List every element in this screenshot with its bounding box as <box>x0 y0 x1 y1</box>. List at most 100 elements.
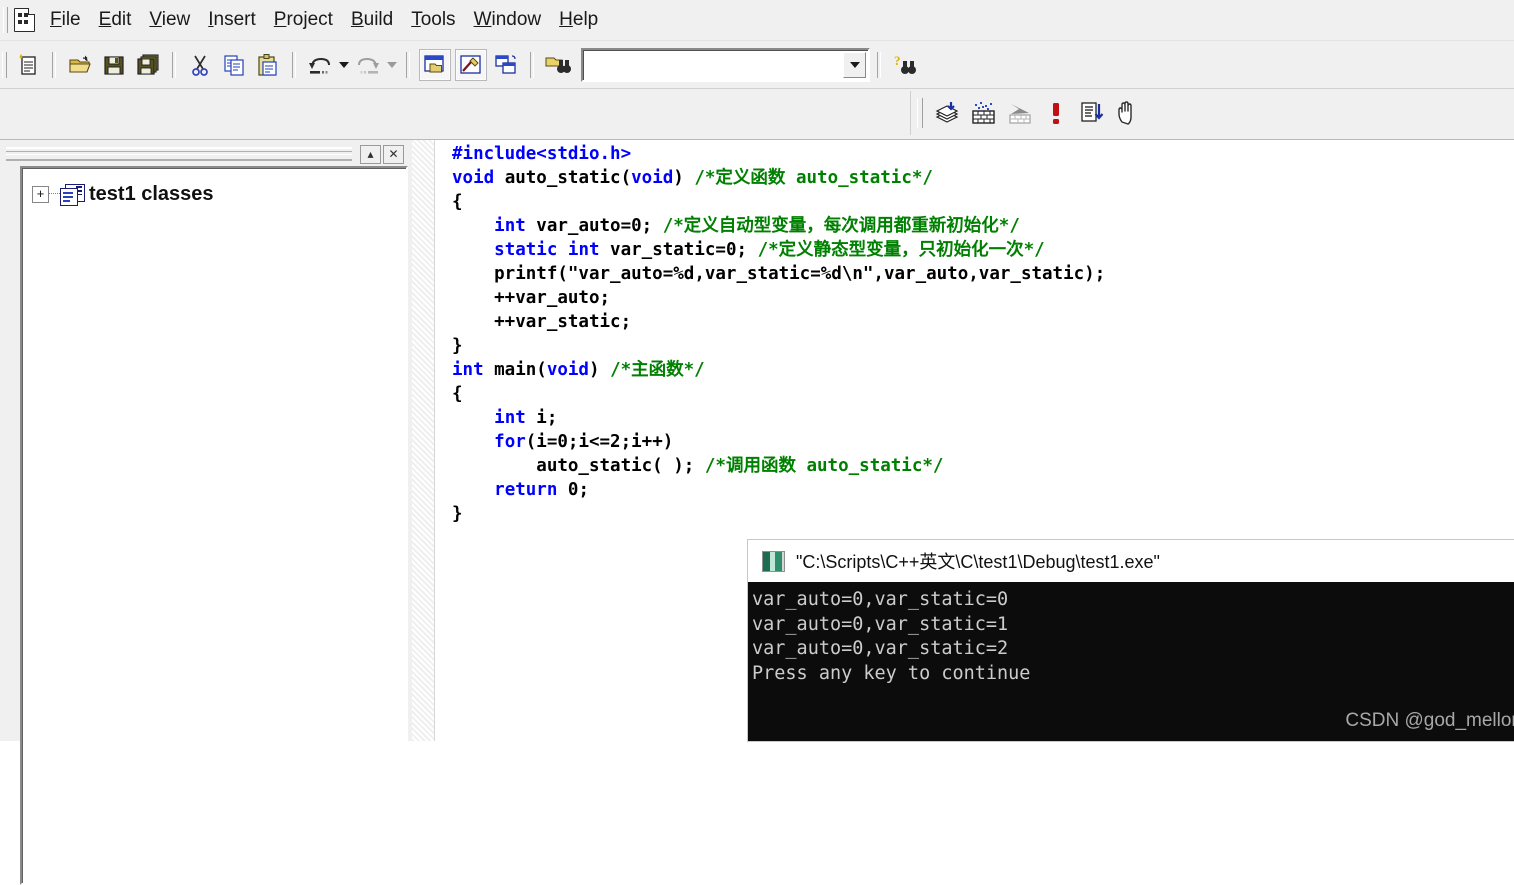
code-line: return 0; <box>452 478 1514 502</box>
code-token-kw: int <box>494 216 526 236</box>
code-token-pl: } <box>452 336 463 356</box>
output-hammer-icon <box>460 54 481 74</box>
code-token-pl: (i=0;i<=2;i++) <box>525 432 674 452</box>
find-combo-dropdown-button[interactable] <box>843 51 866 78</box>
toolbar-separator <box>877 51 881 78</box>
chevron-down-icon <box>387 61 397 68</box>
code-token-pp: #include<stdio.h> <box>452 144 632 164</box>
search-input[interactable] <box>583 51 843 78</box>
code-token-pl: auto_static( <box>494 168 632 188</box>
console-window[interactable]: "C:\Scripts\C++英文\C\test1\Debug\test1.ex… <box>748 540 1514 741</box>
redo-button[interactable] <box>353 50 383 80</box>
open-button[interactable] <box>65 50 95 80</box>
compile-button[interactable] <box>931 96 965 130</box>
copy-pages-icon <box>224 54 244 76</box>
menu-item-project[interactable]: Project <box>265 6 342 34</box>
document-star-icon <box>14 8 35 32</box>
hand-icon <box>1118 101 1132 125</box>
code-token-pl: auto_static( ); <box>452 456 705 476</box>
insert-breakpoint-button[interactable] <box>1111 96 1145 130</box>
output-window-button[interactable] <box>455 48 487 81</box>
workspace-caption-gripper[interactable] <box>6 147 352 161</box>
code-line: static int var_static=0; /*定义静态型变量，只初始化一… <box>452 238 1514 262</box>
build-button[interactable] <box>967 96 1001 130</box>
redo-dropdown-button[interactable] <box>385 50 399 80</box>
undo-button[interactable] <box>305 50 335 80</box>
menu-item-file[interactable]: File <box>41 6 90 34</box>
class-view-tree[interactable]: + test1 classes <box>20 166 408 885</box>
menu-item-edit[interactable]: Edit <box>90 6 141 34</box>
menu-item-view[interactable]: View <box>140 6 199 34</box>
undo-dropdown-button[interactable] <box>337 50 351 80</box>
code-line: int var_auto=0; /*定义自动型变量，每次调用都重新初始化*/ <box>452 214 1514 238</box>
cut-button[interactable] <box>185 50 215 80</box>
console-title-bar[interactable]: "C:\Scripts\C++英文\C\test1\Debug\test1.ex… <box>748 540 1514 582</box>
console-output-line: var_auto=0,var_static=1 <box>752 613 1009 635</box>
watermark-text: CSDN @god_mellon <box>1345 710 1514 731</box>
workspace-caption-bar: ▴ ✕ <box>4 144 404 164</box>
tree-item-test1-classes[interactable]: + test1 classes <box>32 180 406 208</box>
execute-button[interactable] <box>1075 96 1109 130</box>
workspace-close-button[interactable]: ✕ <box>383 144 404 164</box>
stop-build-button[interactable] <box>1003 96 1037 130</box>
toolbar-second-row <box>0 89 1514 140</box>
console-output-line: var_auto=0,var_static=2 <box>752 638 1009 659</box>
execute-arrow-icon <box>1081 102 1104 122</box>
code-line: ++var_static; <box>452 310 1514 334</box>
chevron-down-icon <box>849 61 860 68</box>
floppy-disk-icon <box>104 55 124 75</box>
save-all-button[interactable] <box>133 50 163 80</box>
standard-toolbar: ? <box>0 41 1514 89</box>
menu-item-build[interactable]: Build <box>342 6 402 34</box>
code-token-pl: ++var_auto; <box>452 288 611 308</box>
question-binoculars-icon: ? <box>894 53 916 74</box>
workspace-minimize-button[interactable]: ▴ <box>360 144 381 164</box>
code-token-pl: var_auto=0; <box>525 216 663 236</box>
compile-stack-icon <box>935 102 959 123</box>
menu-item-tools[interactable]: Tools <box>402 6 464 34</box>
class-folder-icon <box>60 183 85 206</box>
code-line: } <box>452 334 1514 358</box>
code-token-cm: /*定义静态型变量，只初始化一次*/ <box>757 240 1045 260</box>
workspace-button[interactable] <box>419 48 451 81</box>
find-in-files-button[interactable] <box>543 50 573 80</box>
redo-arrow-icon <box>358 57 379 74</box>
code-token-cm: /*调用函数 auto_static*/ <box>704 456 944 476</box>
paste-button[interactable] <box>253 50 283 80</box>
code-line: int i; <box>452 406 1514 430</box>
code-token-kw: return <box>494 480 558 500</box>
code-token-kw: for <box>494 432 526 452</box>
scissors-icon <box>192 55 208 76</box>
code-token-pl: ) <box>673 168 695 188</box>
go-button[interactable] <box>1039 96 1073 130</box>
console-title-text: "C:\Scripts\C++英文\C\test1\Debug\test1.ex… <box>796 552 1160 572</box>
console-output-line: var_auto=0,var_static=0 <box>752 589 1009 610</box>
code-token-kw: int <box>452 360 484 380</box>
toolbar-drag-grip[interactable] <box>2 51 7 78</box>
clipboard-icon <box>258 53 277 76</box>
menubar-drag-grip[interactable] <box>3 7 8 33</box>
new-document-icon <box>19 54 36 75</box>
window-list-button[interactable] <box>491 50 521 80</box>
code-token-pl: i; <box>525 408 558 428</box>
toolbar-separator <box>530 51 534 78</box>
build-minibar <box>910 91 1146 135</box>
code-token-pl: 0; <box>557 480 589 500</box>
tree-item-label: test1 classes <box>89 182 214 205</box>
new-text-file-button[interactable] <box>13 50 43 80</box>
search-help-button[interactable]: ? <box>890 50 920 80</box>
menu-item-window[interactable]: Window <box>465 6 551 34</box>
editor-selection-margin[interactable] <box>412 140 435 741</box>
red-exclamation-icon <box>1053 103 1059 124</box>
menu-item-insert[interactable]: Insert <box>199 6 265 34</box>
copy-button[interactable] <box>219 50 249 80</box>
menu-item-help[interactable]: Help <box>550 6 607 34</box>
minibar-drag-grip[interactable] <box>917 98 923 128</box>
tree-expander-icon[interactable]: + <box>32 185 49 203</box>
console-output-line: Press any key to continue <box>752 662 1031 684</box>
code-line: auto_static( ); /*调用函数 auto_static*/ <box>452 454 1514 478</box>
find-combo[interactable] <box>581 47 870 82</box>
save-button[interactable] <box>99 50 129 80</box>
